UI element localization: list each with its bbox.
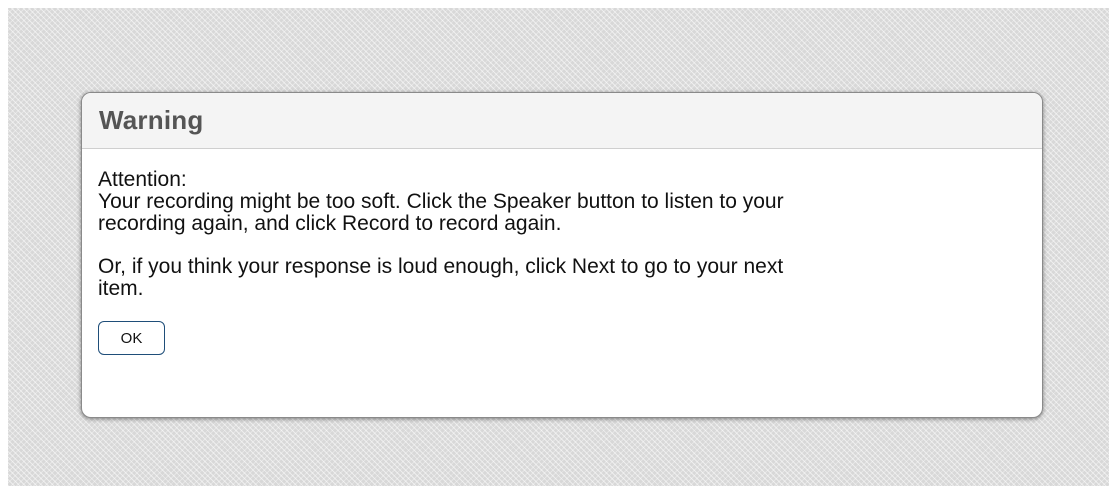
- dialog-body: Attention: Your recording might be too s…: [82, 149, 1042, 355]
- warning-dialog: Warning Attention: Your recording might …: [81, 92, 1043, 418]
- dialog-header: Warning: [82, 93, 1042, 149]
- ok-button[interactable]: OK: [98, 321, 165, 355]
- message-line-1: Your recording might be too soft. Click …: [98, 190, 784, 213]
- message-heading: Attention:: [98, 168, 187, 191]
- message-line-4: item.: [98, 277, 144, 300]
- message-line-2: recording again, and click Record to rec…: [98, 212, 562, 235]
- dialog-title: Warning: [99, 105, 204, 135]
- message-line-3: Or, if you think your response is loud e…: [98, 255, 784, 278]
